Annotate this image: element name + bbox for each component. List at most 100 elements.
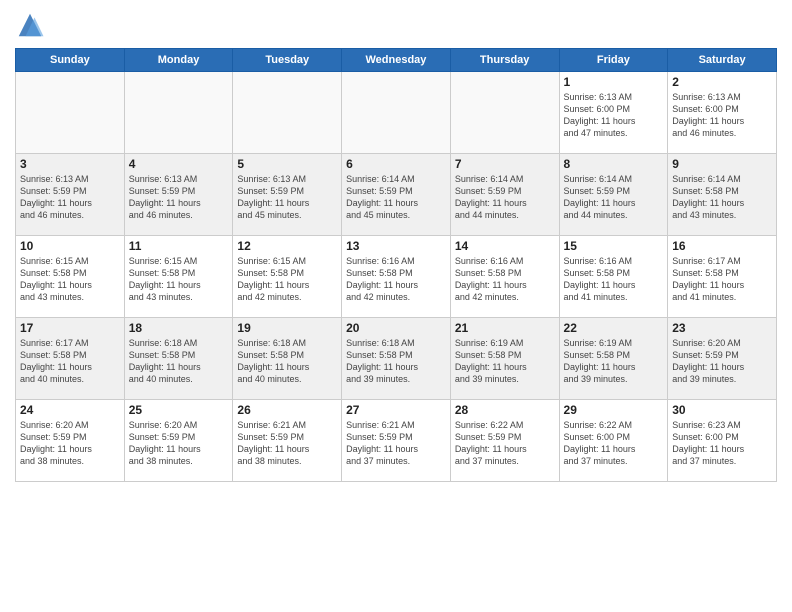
day-number: 26	[237, 403, 337, 417]
cal-cell: 12 Sunrise: 6:15 AM Sunset: 5:58 PM Dayli…	[233, 236, 342, 318]
day-number: 22	[564, 321, 664, 335]
day-number: 27	[346, 403, 446, 417]
cell-info: Sunrise: 6:20 AM Sunset: 5:59 PM Dayligh…	[20, 419, 120, 468]
day-number: 13	[346, 239, 446, 253]
day-number: 15	[564, 239, 664, 253]
cal-cell: 26 Sunrise: 6:21 AM Sunset: 5:59 PM Dayli…	[233, 400, 342, 482]
cell-info: Sunrise: 6:19 AM Sunset: 5:58 PM Dayligh…	[455, 337, 555, 386]
day-number: 8	[564, 157, 664, 171]
day-header-wednesday: Wednesday	[342, 49, 451, 72]
cell-info: Sunrise: 6:18 AM Sunset: 5:58 PM Dayligh…	[237, 337, 337, 386]
day-number: 25	[129, 403, 229, 417]
day-number: 1	[564, 75, 664, 89]
cal-cell: 17 Sunrise: 6:17 AM Sunset: 5:58 PM Dayli…	[16, 318, 125, 400]
day-header-thursday: Thursday	[450, 49, 559, 72]
day-number: 28	[455, 403, 555, 417]
day-number: 16	[672, 239, 772, 253]
cal-cell	[16, 72, 125, 154]
cell-info: Sunrise: 6:14 AM Sunset: 5:58 PM Dayligh…	[672, 173, 772, 222]
day-header-tuesday: Tuesday	[233, 49, 342, 72]
cell-info: Sunrise: 6:18 AM Sunset: 5:58 PM Dayligh…	[129, 337, 229, 386]
cell-info: Sunrise: 6:15 AM Sunset: 5:58 PM Dayligh…	[237, 255, 337, 304]
cell-info: Sunrise: 6:13 AM Sunset: 6:00 PM Dayligh…	[564, 91, 664, 140]
cal-cell	[124, 72, 233, 154]
cell-info: Sunrise: 6:17 AM Sunset: 5:58 PM Dayligh…	[20, 337, 120, 386]
cell-info: Sunrise: 6:23 AM Sunset: 6:00 PM Dayligh…	[672, 419, 772, 468]
cal-cell: 25 Sunrise: 6:20 AM Sunset: 5:59 PM Dayli…	[124, 400, 233, 482]
day-number: 19	[237, 321, 337, 335]
day-header-monday: Monday	[124, 49, 233, 72]
cell-info: Sunrise: 6:18 AM Sunset: 5:58 PM Dayligh…	[346, 337, 446, 386]
week-row-0: 1 Sunrise: 6:13 AM Sunset: 6:00 PM Daylig…	[16, 72, 777, 154]
cell-info: Sunrise: 6:13 AM Sunset: 5:59 PM Dayligh…	[20, 173, 120, 222]
cal-cell: 14 Sunrise: 6:16 AM Sunset: 5:58 PM Dayli…	[450, 236, 559, 318]
day-number: 23	[672, 321, 772, 335]
calendar: SundayMondayTuesdayWednesdayThursdayFrid…	[15, 48, 777, 482]
day-number: 17	[20, 321, 120, 335]
cal-cell: 9 Sunrise: 6:14 AM Sunset: 5:58 PM Daylig…	[668, 154, 777, 236]
cell-info: Sunrise: 6:14 AM Sunset: 5:59 PM Dayligh…	[564, 173, 664, 222]
cal-cell: 5Sunrise: 6:13 AM Sunset: 5:59 PM Daylig…	[233, 154, 342, 236]
cal-cell: 13 Sunrise: 6:16 AM Sunset: 5:58 PM Dayli…	[342, 236, 451, 318]
logo	[15, 10, 49, 40]
day-header-saturday: Saturday	[668, 49, 777, 72]
cal-cell: 11 Sunrise: 6:15 AM Sunset: 5:58 PM Dayli…	[124, 236, 233, 318]
cal-cell: 30 Sunrise: 6:23 AM Sunset: 6:00 PM Dayli…	[668, 400, 777, 482]
cal-cell: 15 Sunrise: 6:16 AM Sunset: 5:58 PM Dayli…	[559, 236, 668, 318]
cal-cell	[450, 72, 559, 154]
cell-info: Sunrise: 6:20 AM Sunset: 5:59 PM Dayligh…	[129, 419, 229, 468]
day-number: 12	[237, 239, 337, 253]
cal-cell: 23 Sunrise: 6:20 AM Sunset: 5:59 PM Dayli…	[668, 318, 777, 400]
cal-cell	[233, 72, 342, 154]
cell-info: Sunrise: 6:15 AM Sunset: 5:58 PM Dayligh…	[20, 255, 120, 304]
day-number: 9	[672, 157, 772, 171]
logo-icon	[15, 10, 45, 40]
cal-cell: 10 Sunrise: 6:15 AM Sunset: 5:58 PM Dayli…	[16, 236, 125, 318]
cal-cell: 29Sunrise: 6:22 AM Sunset: 6:00 PM Dayli…	[559, 400, 668, 482]
cal-cell: 22Sunrise: 6:19 AM Sunset: 5:58 PM Dayli…	[559, 318, 668, 400]
cal-cell: 2 Sunrise: 6:13 AM Sunset: 6:00 PM Daylig…	[668, 72, 777, 154]
day-number: 3	[20, 157, 120, 171]
day-number: 10	[20, 239, 120, 253]
cell-info: Sunrise: 6:16 AM Sunset: 5:58 PM Dayligh…	[564, 255, 664, 304]
cal-cell: 20 Sunrise: 6:18 AM Sunset: 5:58 PM Dayli…	[342, 318, 451, 400]
cell-info: Sunrise: 6:14 AM Sunset: 5:59 PM Dayligh…	[455, 173, 555, 222]
week-row-3: 17 Sunrise: 6:17 AM Sunset: 5:58 PM Dayli…	[16, 318, 777, 400]
cell-info: Sunrise: 6:13 AM Sunset: 5:59 PM Dayligh…	[129, 173, 229, 222]
week-row-2: 10 Sunrise: 6:15 AM Sunset: 5:58 PM Dayli…	[16, 236, 777, 318]
cell-info: Sunrise: 6:16 AM Sunset: 5:58 PM Dayligh…	[455, 255, 555, 304]
day-number: 4	[129, 157, 229, 171]
day-header-row: SundayMondayTuesdayWednesdayThursdayFrid…	[16, 49, 777, 72]
cal-cell: 1 Sunrise: 6:13 AM Sunset: 6:00 PM Daylig…	[559, 72, 668, 154]
day-number: 24	[20, 403, 120, 417]
cell-info: Sunrise: 6:21 AM Sunset: 5:59 PM Dayligh…	[346, 419, 446, 468]
cell-info: Sunrise: 6:13 AM Sunset: 5:59 PM Dayligh…	[237, 173, 337, 222]
cal-cell: 18 Sunrise: 6:18 AM Sunset: 5:58 PM Dayli…	[124, 318, 233, 400]
cell-info: Sunrise: 6:20 AM Sunset: 5:59 PM Dayligh…	[672, 337, 772, 386]
day-number: 7	[455, 157, 555, 171]
day-number: 20	[346, 321, 446, 335]
cell-info: Sunrise: 6:14 AM Sunset: 5:59 PM Dayligh…	[346, 173, 446, 222]
cal-cell: 27 Sunrise: 6:21 AM Sunset: 5:59 PM Dayli…	[342, 400, 451, 482]
day-header-friday: Friday	[559, 49, 668, 72]
day-number: 6	[346, 157, 446, 171]
cal-cell: 6 Sunrise: 6:14 AM Sunset: 5:59 PM Daylig…	[342, 154, 451, 236]
day-number: 21	[455, 321, 555, 335]
week-row-1: 3 Sunrise: 6:13 AM Sunset: 5:59 PM Daylig…	[16, 154, 777, 236]
day-number: 18	[129, 321, 229, 335]
header	[15, 10, 777, 40]
day-number: 2	[672, 75, 772, 89]
day-number: 11	[129, 239, 229, 253]
day-number: 30	[672, 403, 772, 417]
cal-cell: 8 Sunrise: 6:14 AM Sunset: 5:59 PM Daylig…	[559, 154, 668, 236]
cell-info: Sunrise: 6:21 AM Sunset: 5:59 PM Dayligh…	[237, 419, 337, 468]
cell-info: Sunrise: 6:13 AM Sunset: 6:00 PM Dayligh…	[672, 91, 772, 140]
cal-cell: 28Sunrise: 6:22 AM Sunset: 5:59 PM Dayli…	[450, 400, 559, 482]
cal-cell: 4 Sunrise: 6:13 AM Sunset: 5:59 PM Daylig…	[124, 154, 233, 236]
day-number: 14	[455, 239, 555, 253]
cell-info: Sunrise: 6:15 AM Sunset: 5:58 PM Dayligh…	[129, 255, 229, 304]
cell-info: Sunrise: 6:16 AM Sunset: 5:58 PM Dayligh…	[346, 255, 446, 304]
cal-cell: 24 Sunrise: 6:20 AM Sunset: 5:59 PM Dayli…	[16, 400, 125, 482]
cal-cell: 3 Sunrise: 6:13 AM Sunset: 5:59 PM Daylig…	[16, 154, 125, 236]
cal-cell: 16Sunrise: 6:17 AM Sunset: 5:58 PM Dayli…	[668, 236, 777, 318]
